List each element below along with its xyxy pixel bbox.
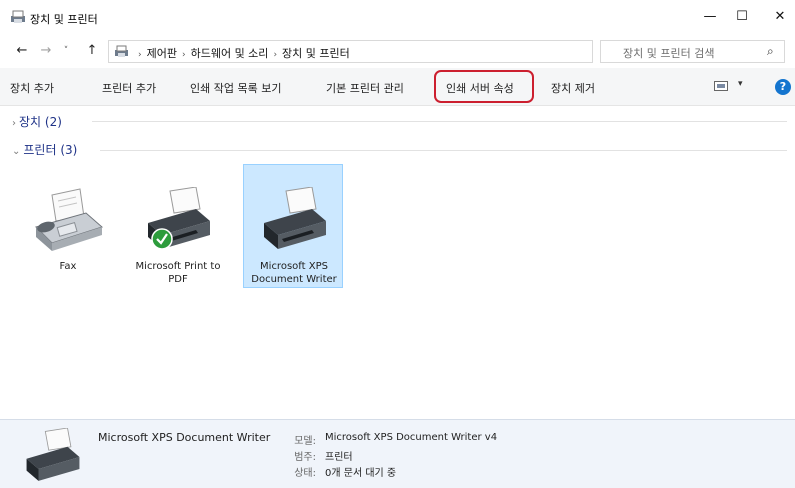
change-view-icon[interactable] [714,81,728,91]
details-pane: Microsoft XPS Document Writer 모델: Micros… [0,419,795,488]
detail-model-value: Microsoft XPS Document Writer v4 [325,432,498,443]
group-label-devices: 장치 (2) [19,115,62,129]
print-server-properties-button[interactable]: 인쇄 서버 속성 [446,80,514,96]
maximize-button[interactable]: ☐ [722,0,762,34]
printer-item-print-to-pdf[interactable]: Microsoft Print to PDF [128,165,228,289]
breadcrumb-item-hardware-sound[interactable]: 하드웨어 및 소리 [191,47,269,60]
devices-printers-icon [11,10,25,23]
detail-model-label: 모델: [294,436,316,447]
breadcrumb-path: › 제어판 › 하드웨어 및 소리 › 장치 및 프린터 [133,45,350,61]
breadcrumb-separator: › [138,50,142,60]
breadcrumb[interactable]: ›제어판›하드웨어 및 소리›장치 및 프린터 ˅ ↻ [108,40,682,63]
breadcrumb-separator: › [181,50,186,60]
fax-icon [35,188,103,251]
detail-status-label: 상태: [294,468,316,479]
see-print-queue-button[interactable]: 인쇄 작업 목록 보기 [190,80,281,96]
printer-icon [264,187,326,249]
close-button[interactable]: ✕ [760,0,795,34]
divider [92,121,787,122]
window-title: 장치 및 프린터 [30,13,98,26]
back-arrow-icon[interactable]: ← [14,41,30,61]
search-icon[interactable]: ⌕ [767,44,774,59]
detail-category-label: 범주: [294,452,316,463]
recent-locations-icon[interactable]: ˅ [58,41,74,61]
detail-device-name: Microsoft XPS Document Writer [98,431,271,444]
group-label-printers: 프린터 (3) [23,143,78,157]
address-bar: ← → ˅ ↑ ›제어판›하드웨어 및 소리›장치 및 프린터 ˅ ↻ 장치 및… [0,36,795,66]
printer-default-icon [148,187,210,250]
breadcrumb-item-devices-printers[interactable]: 장치 및 프린터 [282,47,350,60]
printer-name: Fax [59,261,77,272]
chevron-down-icon: ⌄ [12,146,21,157]
search-placeholder: 장치 및 프린터 검색 [623,47,715,60]
detail-status-value: 0개 문서 대기 중 [325,468,397,479]
search-input[interactable]: 장치 및 프린터 검색 ⌕ [600,40,785,63]
command-bar: 장치 추가 프린터 추가 인쇄 작업 목록 보기 기본 프린터 관리 인쇄 서버… [0,68,795,106]
chevron-right-icon: › [12,118,16,129]
breadcrumb-item-control-panel[interactable]: 제어판 [147,47,177,60]
add-device-button[interactable]: 장치 추가 [10,80,54,96]
breadcrumb-separator: › [273,50,278,60]
up-arrow-icon[interactable]: ↑ [84,41,100,61]
control-panel-icon [115,45,128,57]
printer-name: Microsoft Print to PDF [135,261,221,285]
add-printer-button[interactable]: 프린터 추가 [102,80,156,96]
remove-device-button[interactable]: 장치 제거 [551,80,595,96]
title-bar: 장치 및 프린터 — ☐ ✕ [0,0,795,34]
printer-item-xps-writer[interactable]: Microsoft XPS Document Writer [243,164,343,288]
printer-icon [26,428,80,481]
divider [100,150,787,151]
manage-default-printers-button[interactable]: 기본 프린터 관리 [326,80,404,96]
check-icon [151,228,173,250]
group-header-devices[interactable]: › 장치 (2) [12,113,62,133]
view-options-arrow-icon[interactable]: ▾ [738,79,743,89]
printer-name: Microsoft XPS Document Writer [251,261,337,285]
help-icon[interactable]: ? [775,79,791,95]
detail-category-value: 프린터 [325,452,353,463]
device-list: › 장치 (2) ⌄ 프린터 (3) Fax Microsoft Print t… [0,107,795,419]
printer-item-fax[interactable]: Fax [18,165,118,289]
group-header-printers[interactable]: ⌄ 프린터 (3) [12,141,77,161]
forward-arrow-icon[interactable]: → [38,41,54,61]
